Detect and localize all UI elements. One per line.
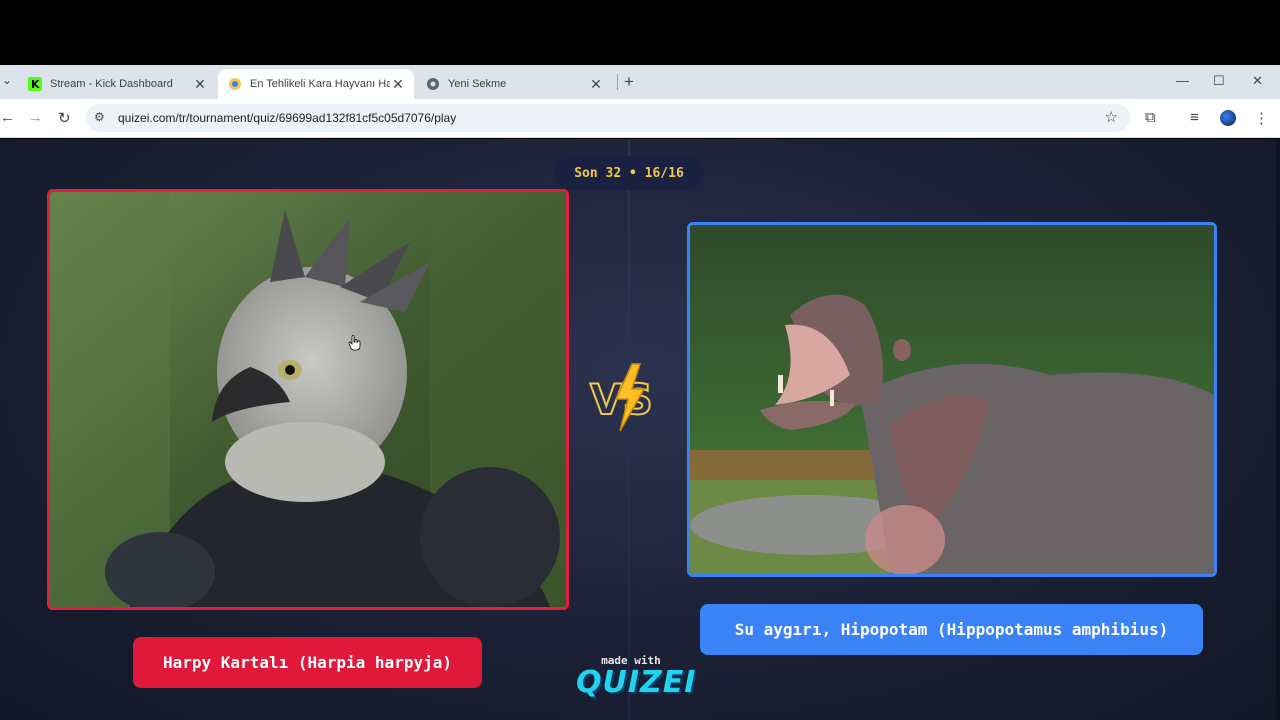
site-info-icon[interactable]: ⚙ xyxy=(94,110,105,124)
kick-icon: K xyxy=(28,77,42,91)
tab-kick[interactable]: K Stream - Kick Dashboard ✕ xyxy=(18,69,216,99)
tab-bar: ⌄ K Stream - Kick Dashboard ✕ En Tehlike… xyxy=(0,65,1280,99)
right-option-label-button[interactable]: Su aygırı, Hipopotam (Hippopotamus amphi… xyxy=(700,604,1203,655)
new-tab-icon[interactable]: + xyxy=(624,72,634,92)
tab-title: En Tehlikeli Kara Hayvanı Hangi xyxy=(250,78,390,90)
chrome-icon xyxy=(426,77,440,91)
close-window-icon[interactable]: ✕ xyxy=(1252,73,1263,89)
made-with-badge[interactable]: made with QUIZEI xyxy=(576,654,697,700)
window-edge xyxy=(1276,139,1280,720)
vs-emblem: VS xyxy=(588,359,672,442)
hand-cursor-icon xyxy=(348,335,361,351)
tab-quizei[interactable]: En Tehlikeli Kara Hayvanı Hangi ✕ xyxy=(218,69,414,99)
url-text[interactable]: quizei.com/tr/tournament/quiz/69699ad132… xyxy=(118,111,456,125)
tab-separator xyxy=(617,74,618,90)
reload-icon[interactable]: ↻ xyxy=(58,109,71,127)
left-option-label-button[interactable]: Harpy Kartalı (Harpia harpyja) xyxy=(133,637,482,688)
omnibox[interactable]: ⚙ quizei.com/tr/tournament/quiz/69699ad1… xyxy=(86,104,1130,132)
minimize-icon[interactable]: — xyxy=(1176,73,1189,88)
tab-search-icon[interactable]: ⌄ xyxy=(2,73,12,87)
tab-title: Yeni Sekme xyxy=(448,78,507,90)
close-icon[interactable]: ✕ xyxy=(192,76,208,92)
tab-title: Stream - Kick Dashboard xyxy=(50,78,173,90)
quiz-page: Son 32 • 16/16 Harpy Kartalı (Harpia har… xyxy=(0,139,1280,720)
quizei-logo: QUIZEI xyxy=(576,665,697,700)
close-icon[interactable]: ✕ xyxy=(588,76,604,92)
menu-kebab-icon[interactable]: ⋮ xyxy=(1254,109,1269,127)
svg-text:K: K xyxy=(31,78,40,91)
media-control-icon[interactable]: ≡ xyxy=(1190,109,1199,126)
bookmark-star-icon[interactable]: ☆ xyxy=(1105,108,1118,126)
top-black-bar xyxy=(0,0,1280,65)
close-icon[interactable]: ✕ xyxy=(390,76,406,92)
tab-new[interactable]: Yeni Sekme ✕ xyxy=(416,69,612,99)
avatar[interactable] xyxy=(1220,110,1236,126)
address-bar: ← → ↻ ⚙ quizei.com/tr/tournament/quiz/69… xyxy=(0,99,1280,138)
quizei-icon xyxy=(228,77,242,91)
forward-icon[interactable]: → xyxy=(28,109,43,126)
extensions-icon[interactable]: ⧉ xyxy=(1145,109,1156,126)
left-option-image[interactable] xyxy=(47,189,569,610)
round-badge: Son 32 • 16/16 xyxy=(554,156,704,190)
right-option-image[interactable] xyxy=(687,222,1217,577)
maximize-icon[interactable]: ☐ xyxy=(1213,73,1225,89)
back-icon[interactable]: ← xyxy=(0,109,15,126)
